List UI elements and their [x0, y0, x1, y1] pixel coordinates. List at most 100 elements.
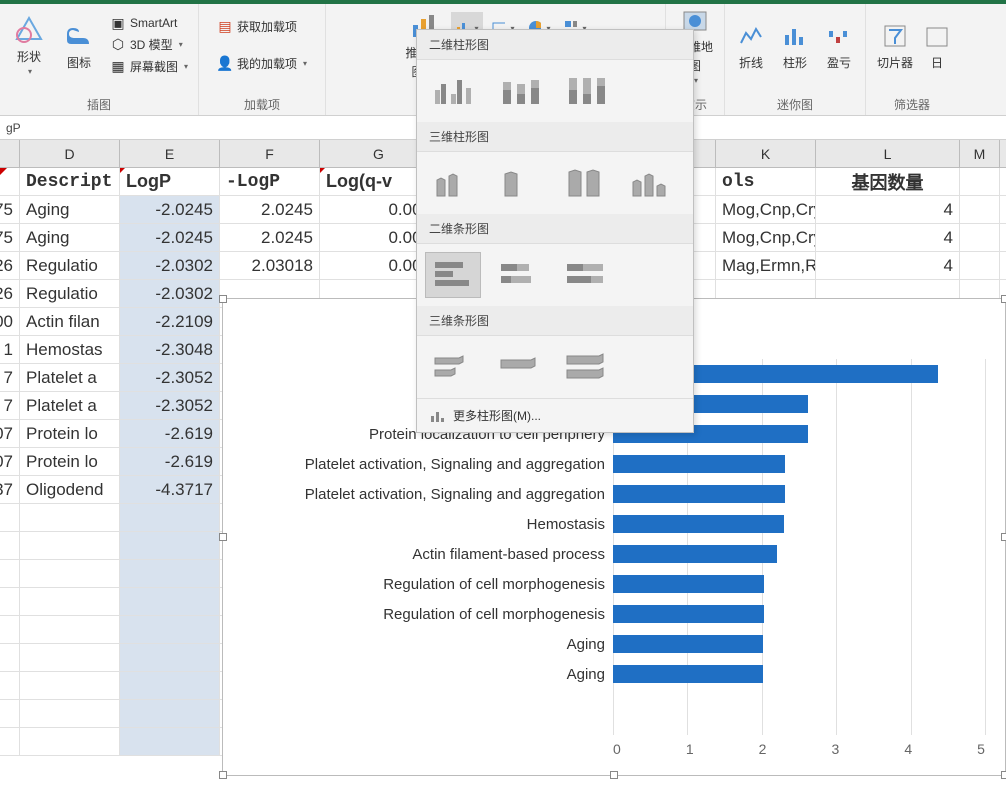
cell[interactable]: 2.0245	[220, 224, 320, 251]
cell[interactable]: -2.3048	[120, 336, 220, 363]
cell[interactable]	[20, 728, 120, 755]
chart-bar[interactable]	[613, 485, 785, 503]
cell[interactable]: -4.3717	[120, 476, 220, 503]
3d-stacked-bar-icon[interactable]	[491, 344, 547, 390]
cell[interactable]	[120, 700, 220, 727]
cell[interactable]: -2.3052	[120, 364, 220, 391]
cell[interactable]	[20, 560, 120, 587]
cell[interactable]: -2.619	[120, 448, 220, 475]
cell[interactable]	[0, 672, 20, 699]
3d-100stacked-column-icon[interactable]	[557, 160, 613, 206]
timeline-button[interactable]: 日	[922, 6, 952, 84]
cell[interactable]: 26	[0, 252, 20, 279]
sparkline-line-button[interactable]: 折线	[731, 6, 771, 84]
cell[interactable]: Hemostas	[20, 336, 120, 363]
resize-handle[interactable]	[610, 771, 618, 779]
cell[interactable]: 1	[0, 336, 20, 363]
cell[interactable]	[960, 196, 1000, 223]
cell[interactable]: -2.3052	[120, 392, 220, 419]
stacked-column-icon[interactable]	[491, 68, 547, 114]
cell[interactable]	[120, 560, 220, 587]
cell[interactable]	[20, 504, 120, 531]
sparkline-column-button[interactable]: 柱形	[775, 6, 815, 84]
cell[interactable]	[20, 588, 120, 615]
resize-handle[interactable]	[1001, 533, 1006, 541]
cell[interactable]	[0, 644, 20, 671]
3dmodel-button[interactable]: ⬡3D 模型▾	[106, 34, 192, 55]
cell[interactable]: Protein lo	[20, 420, 120, 447]
chart-bar[interactable]	[613, 665, 763, 683]
3d-stacked-column-icon[interactable]	[491, 160, 547, 206]
cell[interactable]: Actin filan	[20, 308, 120, 335]
cell[interactable]	[0, 616, 20, 643]
cell[interactable]: 75	[0, 224, 20, 251]
cell[interactable]: 7	[0, 392, 20, 419]
cell[interactable]	[0, 504, 20, 531]
cell[interactable]	[20, 532, 120, 559]
3d-clustered-column-icon[interactable]	[425, 160, 481, 206]
hdr-L[interactable]: 基因数量	[816, 168, 960, 195]
3d-100stacked-bar-icon[interactable]	[557, 344, 613, 390]
cell[interactable]: 37	[0, 476, 20, 503]
100stacked-bar-icon[interactable]	[557, 252, 613, 298]
cell[interactable]: 4	[816, 196, 960, 223]
cell[interactable]: -2.0245	[120, 196, 220, 223]
clustered-bar-icon[interactable]	[425, 252, 481, 298]
shapes-button[interactable]: 形状▾	[6, 6, 52, 84]
cell[interactable]: Aging	[20, 196, 120, 223]
100stacked-column-icon[interactable]	[557, 68, 613, 114]
cell[interactable]: Mog,Cnp,Crya	[716, 196, 816, 223]
col-M[interactable]: M	[960, 140, 1000, 167]
cell[interactable]	[20, 616, 120, 643]
resize-handle[interactable]	[1001, 295, 1006, 303]
cell[interactable]: Platelet a	[20, 392, 120, 419]
cell[interactable]: Oligodend	[20, 476, 120, 503]
smartart-button[interactable]: ▣SmartArt	[106, 13, 192, 33]
resize-handle[interactable]	[219, 533, 227, 541]
icons-button[interactable]: 图标	[56, 6, 102, 84]
cell[interactable]: 07	[0, 448, 20, 475]
cell[interactable]: -2.2109	[120, 308, 220, 335]
more-column-charts-button[interactable]: 更多柱形图(M)...	[417, 398, 693, 432]
cell[interactable]	[0, 532, 20, 559]
slicer-button[interactable]: 切片器	[872, 6, 918, 84]
chart-bar[interactable]	[613, 605, 764, 623]
cell[interactable]: 4	[816, 252, 960, 279]
cell[interactable]	[0, 728, 20, 755]
cell[interactable]	[960, 224, 1000, 251]
get-addins-button[interactable]: ▤获取加载项	[213, 16, 311, 37]
col-F[interactable]: F	[220, 140, 320, 167]
cell[interactable]: 07	[0, 420, 20, 447]
stacked-bar-icon[interactable]	[491, 252, 547, 298]
resize-handle[interactable]	[219, 771, 227, 779]
cell[interactable]: 26	[0, 280, 20, 307]
resize-handle[interactable]	[219, 295, 227, 303]
cell[interactable]: Mog,Cnp,Crya	[716, 224, 816, 251]
cell[interactable]	[20, 672, 120, 699]
cell[interactable]: 2.0245	[220, 196, 320, 223]
my-addins-button[interactable]: 👤我的加载项▾	[213, 53, 311, 74]
cell[interactable]: Protein lo	[20, 448, 120, 475]
cell[interactable]	[120, 504, 220, 531]
3d-column-icon[interactable]	[623, 160, 679, 206]
chart-bar[interactable]	[613, 545, 777, 563]
cell[interactable]	[120, 532, 220, 559]
cell[interactable]: Aging	[20, 224, 120, 251]
cell[interactable]: 4	[816, 224, 960, 251]
cell[interactable]: -2.0302	[120, 252, 220, 279]
cell[interactable]	[0, 700, 20, 727]
cell[interactable]	[120, 644, 220, 671]
cell[interactable]: Regulatio	[20, 280, 120, 307]
cell[interactable]: 7	[0, 364, 20, 391]
cell[interactable]: 00	[0, 308, 20, 335]
cell[interactable]: Platelet a	[20, 364, 120, 391]
cell[interactable]	[0, 588, 20, 615]
hdr-E[interactable]: LogP	[120, 168, 220, 195]
resize-handle[interactable]	[1001, 771, 1006, 779]
chart-bar[interactable]	[613, 635, 763, 653]
hdr-D[interactable]: Descript	[20, 168, 120, 195]
cell[interactable]	[120, 672, 220, 699]
col-K[interactable]: K	[716, 140, 816, 167]
cell[interactable]	[120, 588, 220, 615]
hdr-F[interactable]: -LogP	[220, 168, 320, 195]
